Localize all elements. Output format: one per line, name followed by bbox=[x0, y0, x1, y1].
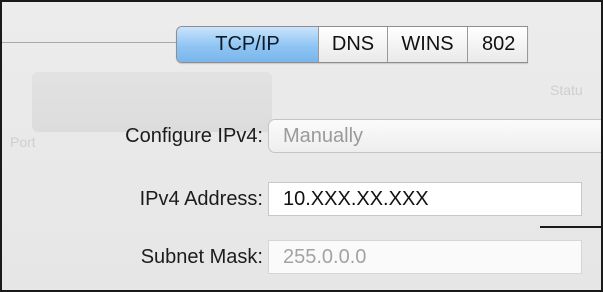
subnet-mask-field[interactable]: 255.0.0.0 bbox=[268, 240, 582, 274]
subnet-mask-label: Subnet Mask: bbox=[140, 246, 263, 268]
callout-line bbox=[540, 226, 601, 228]
tab-wins[interactable]: WINS bbox=[388, 27, 468, 62]
tab-bar-divider bbox=[2, 42, 202, 43]
tab-tcp-ip[interactable]: TCP/IP bbox=[177, 27, 319, 62]
tab-dns[interactable]: DNS bbox=[319, 27, 388, 62]
configure-ipv4-popup[interactable]: Manually bbox=[268, 119, 601, 153]
tab-bar: TCP/IP DNS WINS 802 bbox=[176, 26, 528, 63]
configure-ipv4-row: Configure IPv4: Manually bbox=[2, 119, 601, 153]
configure-ipv4-label: Configure IPv4: bbox=[125, 125, 263, 147]
subnet-mask-row: Subnet Mask: 255.0.0.0 bbox=[2, 240, 601, 274]
background-status-text: Statu bbox=[550, 82, 583, 98]
ipv4-address-field[interactable]: 10.XXX.XX.XXX bbox=[268, 182, 582, 216]
tab-802[interactable]: 802 bbox=[468, 27, 528, 62]
ipv4-address-row: IPv4 Address: 10.XXX.XX.XXX bbox=[2, 182, 601, 216]
screenshot-frame: Statu Port TCP/IP DNS WINS 802 Configure… bbox=[0, 0, 603, 292]
ipv4-address-label: IPv4 Address: bbox=[139, 188, 263, 210]
